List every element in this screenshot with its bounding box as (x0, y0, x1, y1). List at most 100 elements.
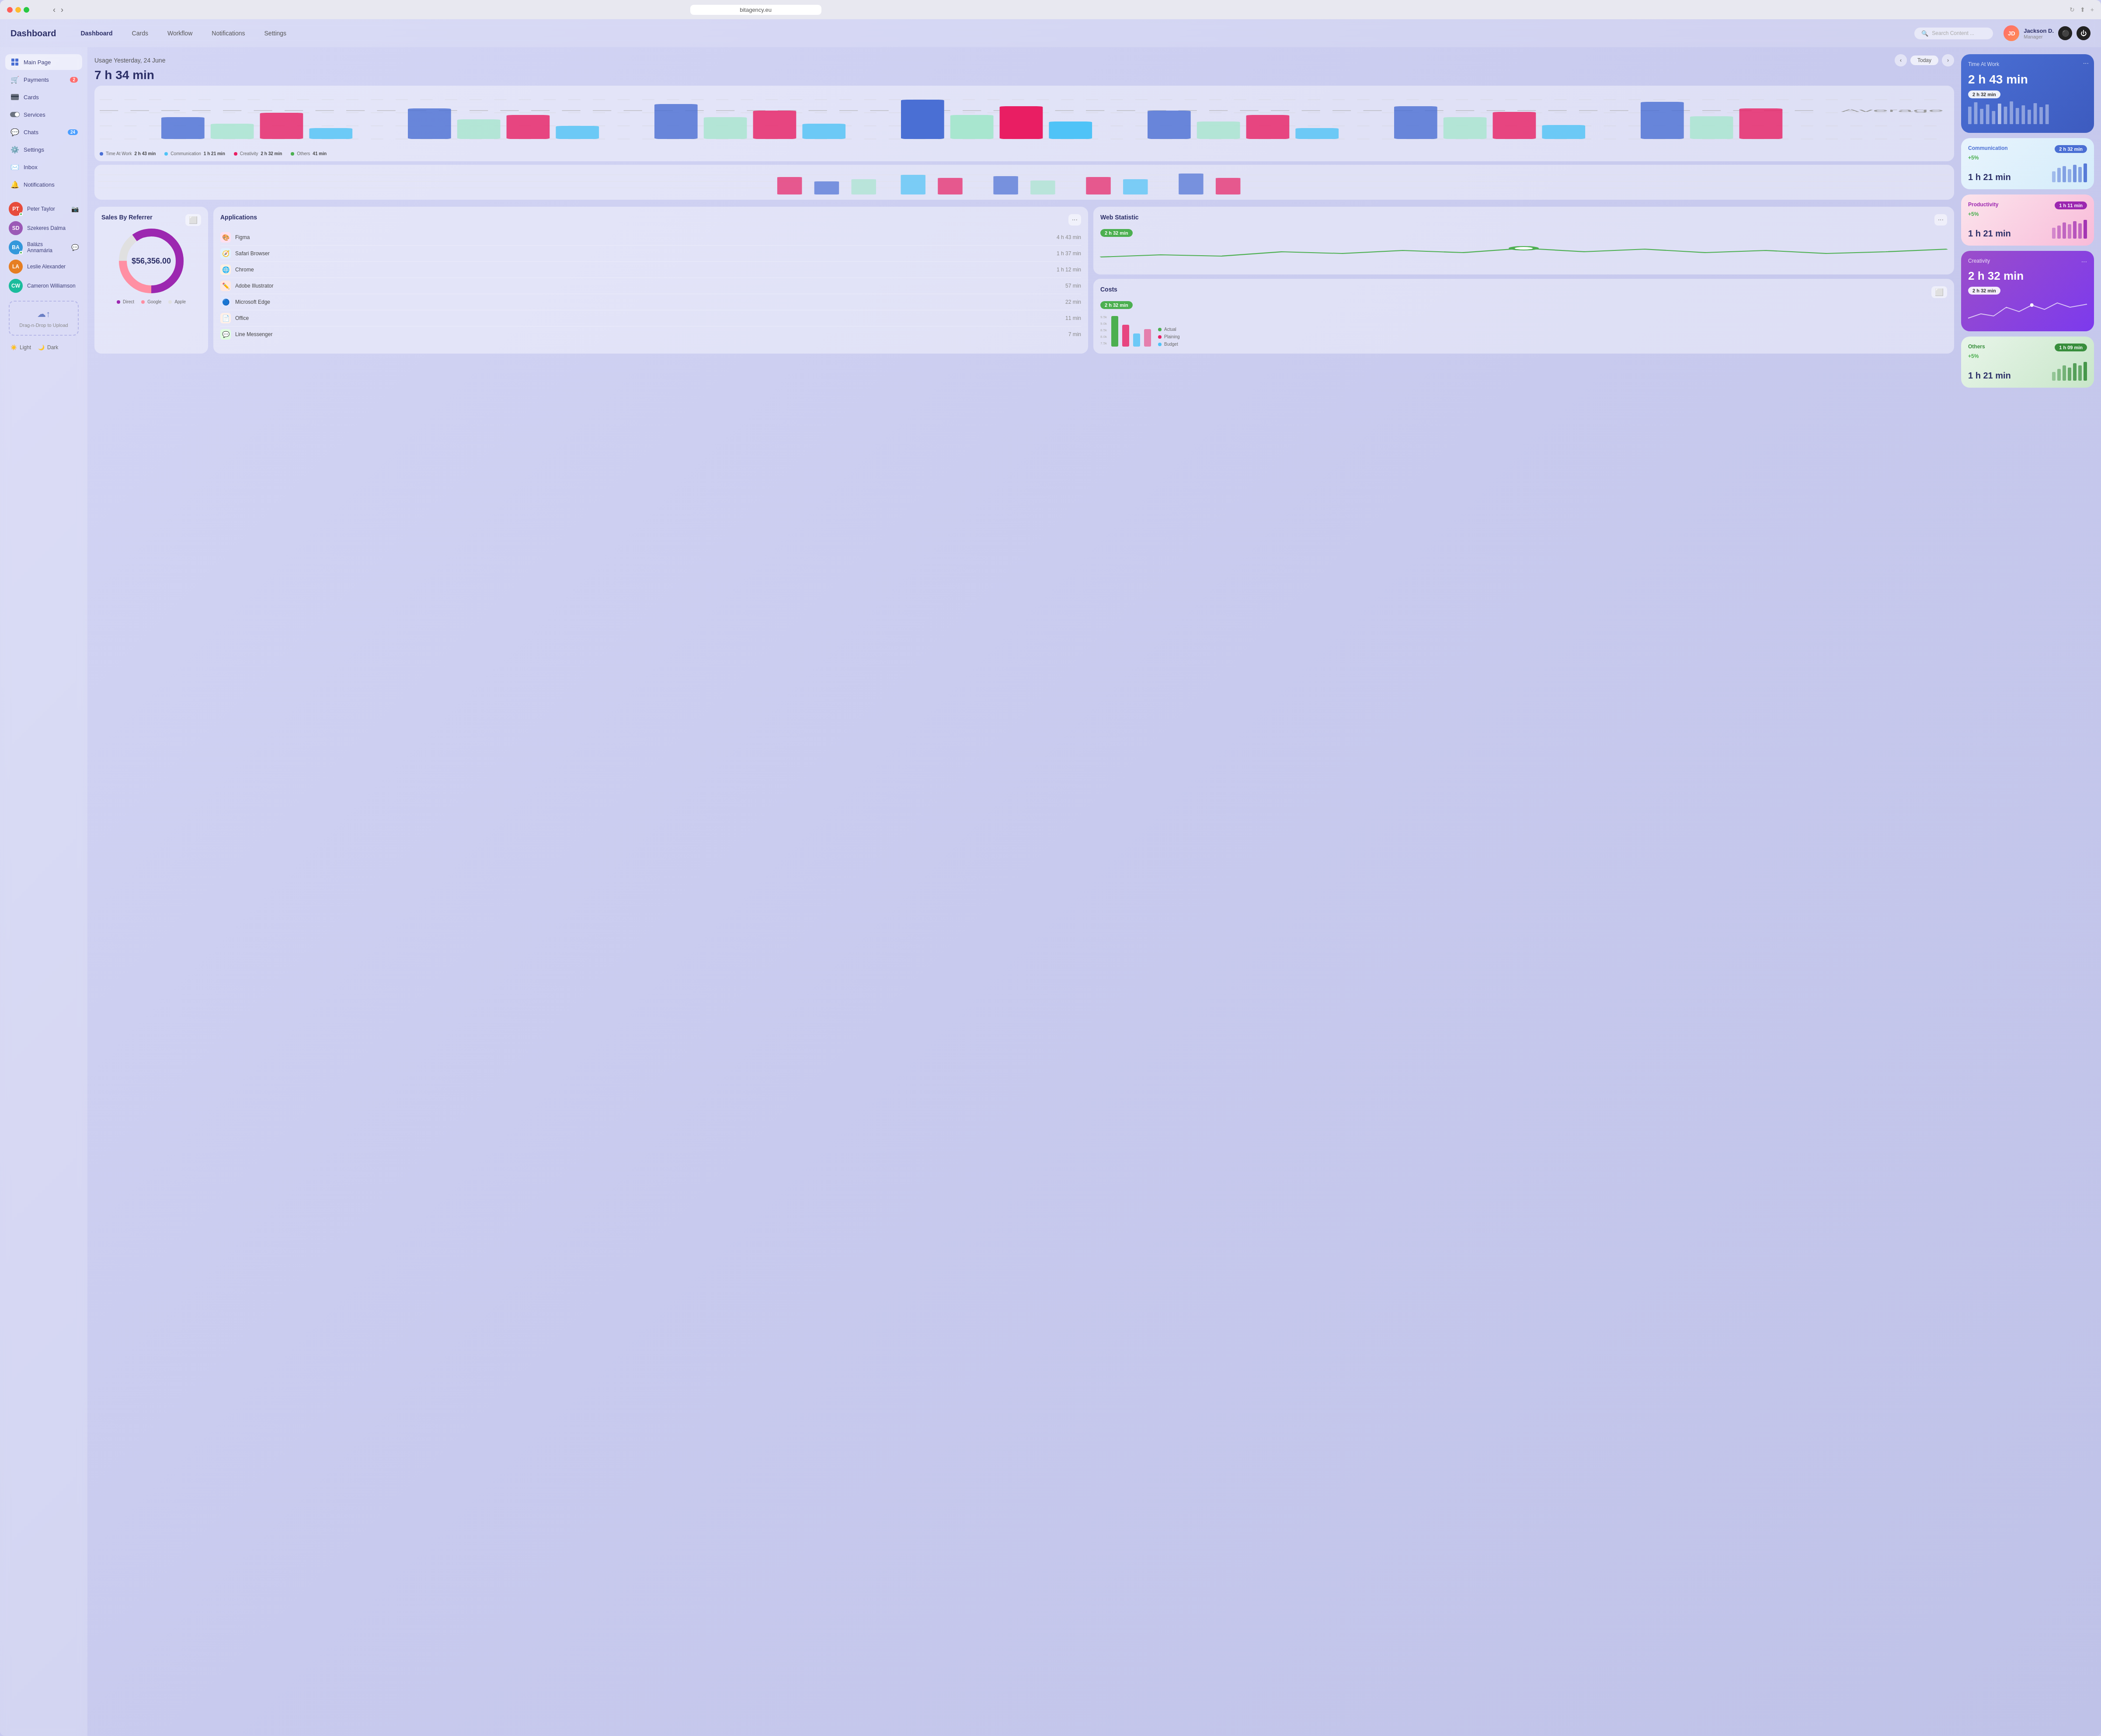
svg-rect-69 (1974, 102, 1978, 124)
nav-links: Dashboard Cards Workflow Notifications S… (77, 28, 1904, 38)
theme-light-btn[interactable]: ☀️ Light (10, 344, 31, 351)
light-label: Light (20, 344, 31, 351)
others-sub: +5% (1968, 353, 2087, 359)
sidebar-item-inbox[interactable]: ✉️ Inbox (5, 159, 82, 175)
contact-avatar-szekeres: SD (9, 221, 23, 235)
bottom-row: Sales By Referrer ⬜ $56,356.00 (94, 207, 1954, 354)
costs-chart-area: 9.5k 9.0k 8.5k 8.0k 7.5k (1100, 312, 1947, 347)
app-name-figma: Figma (235, 234, 1052, 240)
donut-chart: $56,356.00 (101, 226, 201, 296)
prev-btn[interactable]: ‹ (1895, 54, 1907, 66)
svg-rect-39 (1690, 116, 1733, 139)
app-item-line: 💬 Line Messenger 7 min (220, 326, 1081, 342)
svg-rect-67 (1144, 329, 1151, 347)
contact-leslie[interactable]: LA Leslie Alexander (5, 257, 82, 276)
usage-header: Usage Yesterday, 24 June ‹ Today › (94, 54, 1954, 66)
figma-icon: 🎨 (220, 232, 231, 243)
app-name-adobe: Adobe Illustrator (235, 283, 1061, 289)
sidebar-item-main-page[interactable]: Main Page (5, 54, 82, 70)
time-at-work-more-btn[interactable]: ··· (2083, 59, 2089, 67)
svg-rect-20 (507, 115, 550, 139)
svg-rect-95 (2084, 220, 2087, 239)
maximize-button[interactable] (24, 7, 29, 13)
web-stat-more-btn[interactable]: ··· (1934, 214, 1947, 226)
search-bar[interactable]: 🔍 Search Content ... (1914, 28, 1993, 39)
nav-settings[interactable]: Settings (261, 28, 290, 38)
sidebar-item-services[interactable]: Services (5, 107, 82, 122)
nav-notifications[interactable]: Notifications (208, 28, 248, 38)
svg-rect-98 (2057, 369, 2061, 381)
svg-rect-24 (753, 111, 797, 139)
sales-more-btn[interactable]: ⬜ (185, 214, 201, 226)
web-stat-badge: 2 h 32 min (1100, 229, 1133, 237)
svg-rect-74 (2004, 107, 2007, 124)
svg-rect-93 (2073, 221, 2077, 239)
sidebar-item-notifications[interactable]: 🔔 Notifications (5, 177, 82, 192)
svg-rect-30 (1148, 111, 1191, 139)
theme-toggle: ☀️ Light 🌙 Dark (5, 341, 82, 354)
legend-label-1: Communication (170, 151, 201, 156)
others-chart (2052, 361, 2087, 381)
svg-rect-72 (1992, 111, 1995, 124)
contact-balazs[interactable]: BA Balázs Annamária 💬 (5, 238, 82, 257)
legend-item-2: Creativity 2 h 32 min (234, 151, 282, 156)
usage-time: 7 h 34 min (94, 68, 1954, 82)
legend-label-0: Time At Work (106, 151, 132, 156)
svg-rect-37 (1542, 125, 1585, 139)
back-button[interactable]: ‹ (53, 5, 56, 14)
line-icon: 💬 (220, 329, 231, 340)
close-button[interactable] (7, 7, 13, 13)
forward-button[interactable]: › (61, 5, 63, 14)
svg-rect-48 (938, 178, 963, 194)
minimize-button[interactable] (15, 7, 21, 13)
svg-rect-27 (950, 115, 994, 139)
nav-cards[interactable]: Cards (129, 28, 152, 38)
legend-time-3: 41 min (313, 151, 327, 156)
legend-item-1: Communication 1 h 21 min (164, 151, 225, 156)
svg-rect-51 (1086, 177, 1111, 194)
legend-item-3: Others 41 min (291, 151, 327, 156)
sales-legend: Direct Google Apple (101, 299, 201, 304)
share-icon[interactable]: ⬆ (2080, 6, 2085, 13)
svg-rect-97 (2052, 372, 2056, 381)
reload-icon[interactable]: ↻ (2070, 6, 2075, 13)
others-title: Others (1968, 344, 1985, 350)
safari-icon: 🧭 (220, 248, 231, 259)
sidebar-item-settings[interactable]: ⚙️ Settings (5, 142, 82, 157)
contact-szekeres[interactable]: SD Szekeres Dalma (5, 219, 82, 238)
sidebar-item-cards[interactable]: Cards (5, 89, 82, 105)
sidebar-item-chats[interactable]: 💬 Chats 24 (5, 124, 82, 140)
prod-sub: +5% (1968, 211, 2087, 217)
costs-more-btn[interactable]: ⬜ (1931, 286, 1947, 298)
sidebar-item-payments[interactable]: 🛒 Payments 2 (5, 72, 82, 87)
app-item-chrome: 🌐 Chrome 1 h 12 min (220, 262, 1081, 278)
prod-chart (2052, 219, 2087, 239)
svg-rect-101 (2073, 363, 2077, 381)
apps-more-btn[interactable]: ··· (1068, 214, 1081, 226)
comm-badge: 2 h 32 min (2055, 145, 2087, 153)
sales-legend-google: Google (141, 299, 161, 304)
nav-dashboard[interactable]: Dashboard (77, 28, 116, 38)
address-bar[interactable]: bitagency.eu (690, 5, 821, 15)
creativity-more-btn[interactable]: ··· (2081, 258, 2087, 266)
svg-rect-28 (1000, 106, 1043, 139)
power-btn[interactable]: ⏻ (2077, 26, 2091, 40)
sales-legend-apple-label: Apple (174, 299, 186, 304)
sidebar-label-services: Services (24, 111, 45, 118)
svg-text:8.0k: 8.0k (1100, 335, 1107, 339)
svg-rect-19 (457, 119, 501, 139)
svg-rect-26 (901, 100, 944, 139)
next-btn[interactable]: › (1942, 54, 1954, 66)
contact-cameron[interactable]: CW Cameron Williamson (5, 276, 82, 295)
comm-sub: +5% (1968, 155, 2087, 161)
drag-upload-area[interactable]: ☁↑ Drag-n-Drop to Upload (9, 301, 79, 336)
theme-dark-btn[interactable]: 🌙 Dark (38, 344, 58, 351)
contact-name-leslie: Leslie Alexander (27, 264, 66, 270)
nav-workflow[interactable]: Workflow (164, 28, 196, 38)
new-tab-icon[interactable]: + (2091, 6, 2094, 13)
time-at-work-badge: 2 h 32 min (1968, 90, 2000, 98)
notification-btn[interactable]: ⚫ (2058, 26, 2072, 40)
today-btn[interactable]: Today (1910, 56, 1938, 65)
contact-peter-taylor[interactable]: PT Peter Taylor 📷 (5, 199, 82, 219)
others-card: Others 1 h 09 min +5% 1 h 21 min (1961, 337, 2094, 388)
